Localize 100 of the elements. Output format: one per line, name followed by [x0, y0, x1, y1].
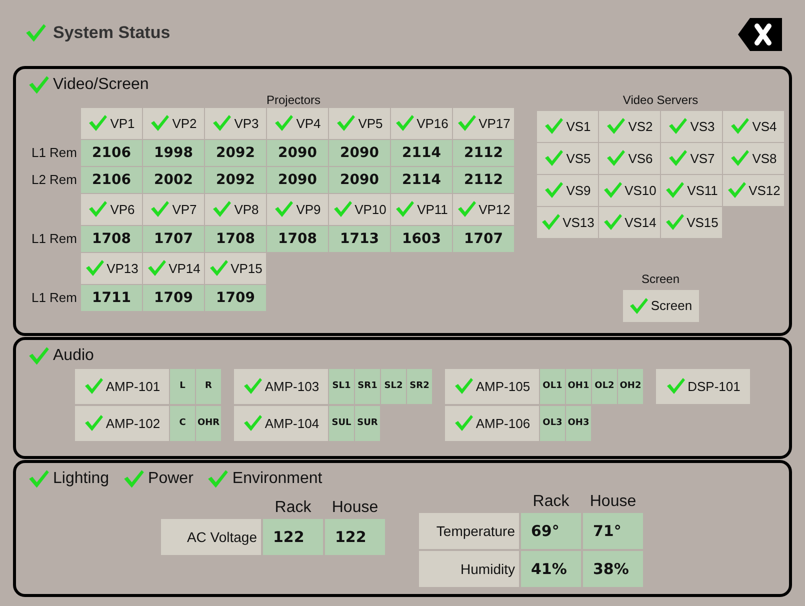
device-label: AMP-102	[106, 416, 160, 431]
group-title: Video Servers	[622, 92, 700, 107]
channel-cell: OL1	[540, 368, 565, 404]
device-label: VP15	[230, 260, 262, 276]
channel-cell: OHR	[196, 406, 221, 441]
device-label: VP5	[358, 116, 383, 131]
reading-cell: 1711	[81, 284, 142, 311]
row-label: L2 Rem	[30, 171, 78, 190]
device-label: VS14	[624, 214, 656, 230]
section-title: Power	[148, 470, 194, 488]
section-title: Lighting	[53, 470, 110, 488]
device-label: VP17	[478, 116, 510, 131]
reading-cell: 1603	[391, 226, 452, 252]
reading-cell: 1708	[267, 226, 328, 252]
device-label: VP4	[296, 116, 321, 131]
reading-cell: 122	[325, 518, 385, 555]
window-title: System Status	[53, 23, 170, 43]
reading-cell: 2090	[267, 140, 328, 166]
reading-cell: 1713	[329, 226, 390, 252]
device-label: VP16	[416, 116, 448, 131]
device-label: VS10	[624, 182, 656, 198]
reading-cell: 1707	[143, 226, 204, 252]
device-label: VS2	[628, 118, 653, 134]
device-label: VS3	[690, 118, 715, 134]
reading-cell: 38%	[583, 550, 643, 587]
reading-cell: 2114	[391, 140, 452, 166]
channel-cell: SUR	[355, 406, 380, 441]
section-title: Environment	[232, 470, 322, 488]
device-label: VS12	[748, 182, 780, 198]
device-label: VP9	[296, 202, 321, 217]
reading-cell: 2106	[81, 166, 142, 193]
reading-cell: 2090	[329, 140, 390, 166]
group-title: Projectors	[265, 92, 322, 107]
reading-cell: 1708	[205, 226, 266, 252]
device-label: Screen	[650, 298, 692, 314]
device-label: AMP-101	[106, 378, 160, 394]
reading-cell: 1709	[143, 284, 204, 311]
reading-cell: 2002	[143, 166, 204, 193]
channel-cell: R	[196, 368, 221, 404]
row-label: L1 Rem	[30, 144, 78, 162]
device-label: VP14	[168, 260, 200, 276]
reading-cell: 1709	[205, 284, 266, 311]
row-label: L1 Rem	[30, 289, 78, 308]
reading-cell: 2106	[81, 140, 142, 166]
device-label: VP7	[172, 202, 197, 217]
device-label: VS11	[687, 182, 718, 198]
column-header: House	[330, 498, 380, 517]
column-header: House	[588, 492, 638, 511]
device-label: VP2	[172, 116, 197, 131]
row-label-cell: AC Voltage	[161, 518, 261, 555]
device-label: AMP-106	[476, 416, 530, 431]
device-label: VS8	[752, 150, 777, 166]
device-label: VS6	[628, 150, 653, 166]
device-label: VS5	[566, 150, 591, 166]
column-header: Rack	[274, 498, 312, 517]
device-label: VP1	[110, 116, 135, 131]
device-label: VP8	[234, 202, 259, 217]
row-label: L1 Rem	[30, 230, 78, 248]
device-label: VS1	[566, 118, 591, 134]
section-title: Video/Screen	[53, 76, 149, 94]
reading-cell: 1707	[453, 226, 514, 252]
channel-cell: OH2	[618, 368, 643, 404]
reading-cell: 69°	[521, 512, 581, 549]
device-label: AMP-104	[264, 416, 320, 431]
device-label: AMP-105	[476, 378, 530, 394]
reading-cell: 2112	[453, 140, 514, 166]
device-label: VS9	[566, 182, 591, 198]
reading-cell: 2090	[329, 166, 390, 193]
device-label: VS13	[562, 214, 594, 230]
device-label: VP13	[106, 260, 138, 276]
device-label: VP12	[478, 202, 510, 217]
device-label: VS4	[752, 118, 777, 134]
row-label-cell: Temperature	[419, 512, 519, 549]
channel-cell: L	[170, 368, 195, 404]
channel-cell: OH1	[566, 368, 591, 404]
reading-cell: 41%	[521, 550, 581, 587]
reading-cell: 122	[263, 518, 323, 555]
reading-cell: 2092	[205, 166, 266, 193]
reading-cell: 1708	[81, 226, 142, 252]
device-label: VP3	[234, 116, 259, 131]
device-label: VS7	[690, 150, 715, 166]
device-label: VP6	[110, 202, 135, 217]
channel-cell: OL2	[592, 368, 617, 404]
device-label: VP10	[354, 202, 386, 217]
reading-cell: 2112	[453, 166, 514, 193]
section-title: Audio	[53, 346, 94, 365]
channel-cell: OL3	[540, 406, 565, 441]
device-label: DSP-101	[688, 378, 740, 394]
channel-cell: SUL	[329, 406, 354, 441]
channel-cell: SL2	[381, 368, 406, 404]
channel-cell: SR1	[355, 368, 380, 404]
column-header: Rack	[532, 492, 570, 511]
channel-cell: SL1	[329, 368, 354, 404]
reading-cell: 2114	[391, 166, 452, 193]
reading-cell: 71°	[583, 512, 643, 549]
group-title: Screen	[641, 272, 680, 286]
device-label: VP11	[417, 202, 448, 217]
close-icon[interactable]	[738, 18, 782, 51]
row-label-cell: Humidity	[419, 550, 519, 587]
channel-cell: OH3	[566, 406, 591, 441]
